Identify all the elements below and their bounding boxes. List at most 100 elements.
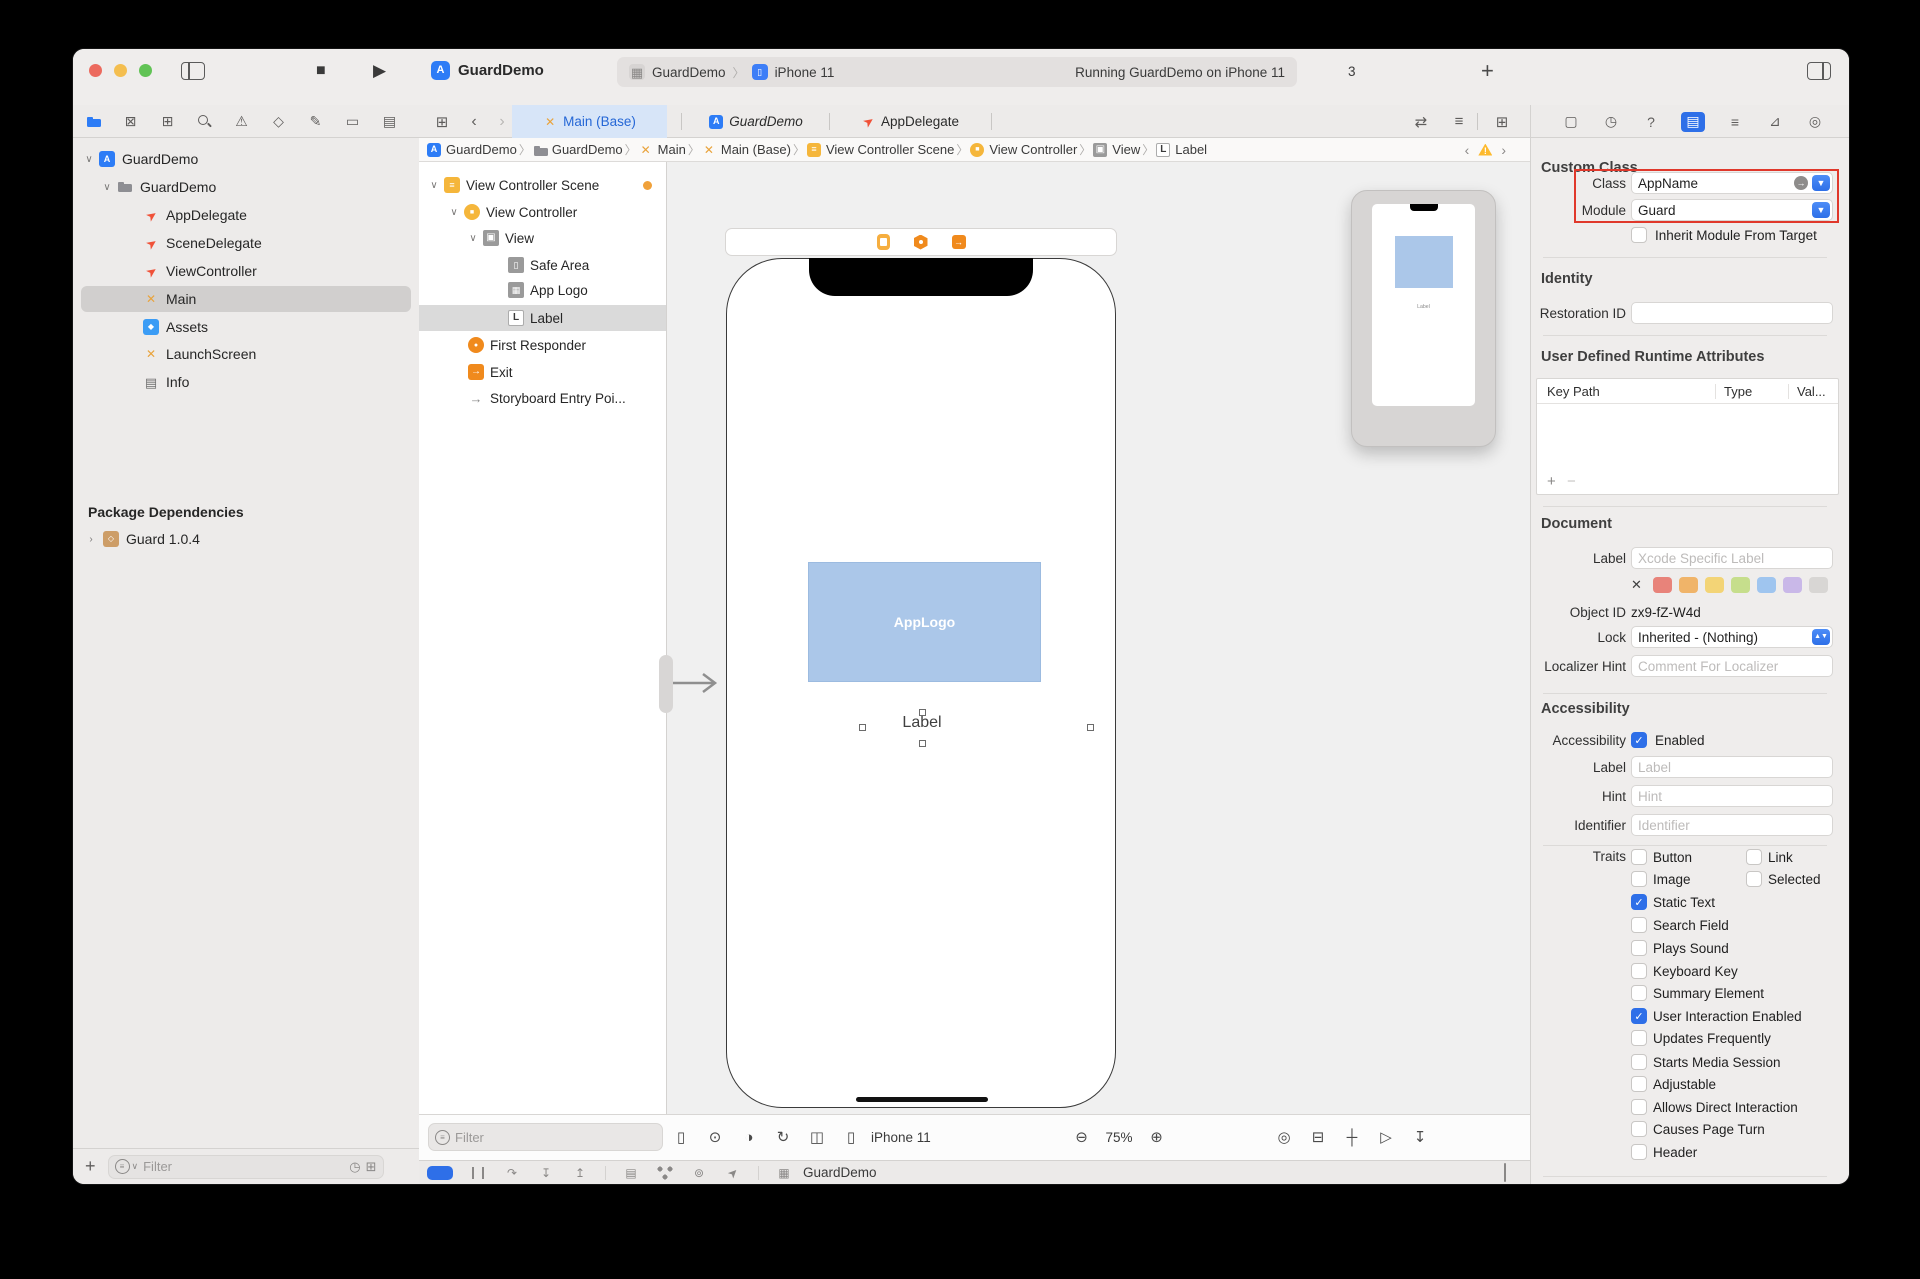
- trait-checkbox-search-field[interactable]: [1631, 917, 1647, 933]
- history-inspector-icon[interactable]: ◷: [1601, 112, 1621, 132]
- trait-checkbox-updates-frequently[interactable]: [1631, 1030, 1647, 1046]
- jumpbar-segment-view-controller-scene-4[interactable]: ≡View Controller Scene: [807, 142, 954, 157]
- trait-checkbox-user-interaction-enabled[interactable]: ✓: [1631, 1008, 1647, 1024]
- warning-count[interactable]: 3: [1348, 64, 1356, 79]
- selection-handle-left[interactable]: [859, 724, 866, 731]
- outline-filter-field[interactable]: ≡ Filter: [428, 1123, 663, 1151]
- back-button[interactable]: ‹: [463, 105, 485, 138]
- column-value[interactable]: Val...: [1788, 384, 1838, 399]
- new-tab-button[interactable]: +: [1481, 58, 1494, 84]
- step-into-icon[interactable]: ↧: [537, 1165, 555, 1181]
- color-swatch-2[interactable]: [1705, 577, 1724, 593]
- add-editor-icon[interactable]: ⊞: [1489, 105, 1515, 138]
- outline-collapse-handle[interactable]: [659, 655, 673, 713]
- pause-icon[interactable]: [469, 1165, 487, 1181]
- trait-checkbox-adjustable[interactable]: [1631, 1076, 1647, 1092]
- navigator-item-info-8[interactable]: ▤Info: [73, 369, 419, 395]
- size-inspector-icon[interactable]: ⊿: [1765, 112, 1785, 132]
- device-name[interactable]: iPhone 11: [871, 1130, 931, 1145]
- lock-popup[interactable]: Inherited - (Nothing) ▲▼: [1631, 626, 1833, 648]
- outline-item-storyboard-entry-poi[interactable]: →Storyboard Entry Poi...: [419, 385, 666, 411]
- chevron-right-icon[interactable]: ›: [85, 534, 97, 545]
- zoom-level[interactable]: 75%: [1105, 1130, 1132, 1145]
- chevron-down-icon[interactable]: ∨: [101, 182, 113, 193]
- environment-overrides-icon[interactable]: ⊚: [690, 1165, 708, 1181]
- outline-item-exit[interactable]: →Exit: [419, 359, 666, 385]
- trait-checkbox-selected[interactable]: [1746, 871, 1762, 887]
- accessibility-hint-field[interactable]: Hint: [1631, 785, 1833, 807]
- outline-item-safe-area[interactable]: ▯Safe Area: [419, 252, 666, 278]
- trait-checkbox-header[interactable]: [1631, 1144, 1647, 1160]
- navigator-item-launchscreen-7[interactable]: ✕LaunchScreen: [73, 341, 419, 367]
- outline-item-app-logo[interactable]: ▦App Logo: [419, 277, 666, 303]
- scheme-project[interactable]: GuardDemo: [652, 65, 726, 80]
- navigator-item-main-5[interactable]: ✕Main: [73, 286, 419, 312]
- find-navigator-icon[interactable]: [196, 113, 213, 130]
- memory-graph-icon[interactable]: [656, 1165, 674, 1181]
- class-field[interactable]: AppName → ▼: [1631, 172, 1833, 194]
- navigator-item-appdelegate-2[interactable]: ➤AppDelegate: [73, 202, 419, 228]
- navigator-item-scenedelegate-3[interactable]: ➤SceneDelegate: [73, 230, 419, 256]
- minimize-window-button[interactable]: [114, 64, 127, 77]
- next-issue-icon[interactable]: ›: [1501, 142, 1506, 158]
- jumpbar-segment-main-2[interactable]: ✕Main: [639, 142, 686, 157]
- view-controller-icon[interactable]: [877, 234, 890, 250]
- scheme-destination[interactable]: iPhone 11: [775, 65, 835, 80]
- document-label-field[interactable]: Xcode Specific Label: [1631, 547, 1833, 569]
- split-preview-icon[interactable]: ◫: [807, 1127, 827, 1147]
- scene-exit-icon[interactable]: →: [952, 235, 966, 249]
- device-preview[interactable]: AppLogo Label: [726, 258, 1116, 1108]
- accessibility-identifier-field[interactable]: Identifier: [1631, 814, 1833, 836]
- add-file-button[interactable]: +: [85, 1156, 96, 1177]
- tab-main-base[interactable]: ✕Main (Base): [512, 105, 667, 138]
- tab-appdelegate[interactable]: ➤AppDelegate: [839, 105, 981, 138]
- issue-navigator-icon[interactable]: ⚠: [233, 113, 250, 130]
- navigator-item-viewcontroller-4[interactable]: ➤ViewController: [73, 258, 419, 284]
- lock-stepper-icon[interactable]: ▲▼: [1812, 629, 1830, 645]
- column-type[interactable]: Type: [1715, 384, 1788, 399]
- inherit-module-checkbox[interactable]: [1631, 227, 1647, 243]
- label-view[interactable]: Label: [842, 714, 1002, 732]
- zoom-out-icon[interactable]: ⊖: [1071, 1127, 1091, 1147]
- add-constraints-icon[interactable]: ┼: [1342, 1127, 1362, 1147]
- file-inspector-icon[interactable]: ▢: [1561, 112, 1581, 132]
- color-swatch-0[interactable]: [1653, 577, 1672, 593]
- clear-color-icon[interactable]: ✕: [1631, 577, 1642, 593]
- chevron-down-icon[interactable]: ∨: [467, 233, 479, 244]
- navigator-item-assets-6[interactable]: ◆Assets: [73, 314, 419, 340]
- symbol-navigator-icon[interactable]: ⊞: [159, 113, 176, 130]
- report-navigator-icon[interactable]: ▤: [381, 113, 398, 130]
- module-field[interactable]: Guard ▼: [1631, 199, 1833, 221]
- trait-checkbox-plays-sound[interactable]: [1631, 940, 1647, 956]
- remove-attribute-button[interactable]: −: [1567, 473, 1576, 490]
- trait-checkbox-button[interactable]: [1631, 849, 1647, 865]
- selection-handle-bottom[interactable]: [919, 740, 926, 747]
- color-swatch-1[interactable]: [1679, 577, 1698, 593]
- related-items-icon[interactable]: ⊞: [429, 105, 455, 138]
- prev-issue-icon[interactable]: ‹: [1465, 142, 1470, 158]
- trait-checkbox-causes-page-turn[interactable]: [1631, 1121, 1647, 1137]
- debug-navigator-icon[interactable]: ✎: [307, 113, 324, 130]
- orientation-icon[interactable]: ↻: [773, 1127, 793, 1147]
- accessibility-label-field[interactable]: Label: [1631, 756, 1833, 778]
- hide-debug-area-icon[interactable]: [1504, 1164, 1506, 1182]
- module-dropdown-icon[interactable]: ▼: [1812, 202, 1830, 218]
- device-icon[interactable]: ▯: [841, 1127, 861, 1147]
- close-window-button[interactable]: [89, 64, 102, 77]
- add-attribute-button[interactable]: +: [1547, 473, 1556, 490]
- localizer-hint-field[interactable]: Comment For Localizer: [1631, 655, 1833, 677]
- debug-app-name[interactable]: GuardDemo: [803, 1165, 877, 1180]
- zoom-in-icon[interactable]: ⊕: [1147, 1127, 1167, 1147]
- jumpbar-segment-guarddemo-0[interactable]: AGuardDemo: [427, 142, 517, 157]
- attributes-inspector-icon[interactable]: ≡: [1725, 112, 1745, 132]
- scene-hexagon-icon[interactable]: [914, 235, 928, 250]
- toggle-inspector-icon[interactable]: [1807, 62, 1831, 80]
- canvas-minimap[interactable]: Label: [1351, 190, 1496, 447]
- trait-checkbox-static-text[interactable]: ✓: [1631, 894, 1647, 910]
- jumpbar-warning-icon[interactable]: [1478, 144, 1492, 156]
- zoom-window-button[interactable]: [139, 64, 152, 77]
- embed-icon[interactable]: ↧: [1410, 1127, 1430, 1147]
- source-control-filter-icon[interactable]: ⊞: [366, 1159, 377, 1175]
- identity-inspector-icon[interactable]: ▤: [1681, 112, 1705, 132]
- tab-guarddemo[interactable]: AGuardDemo: [691, 105, 821, 138]
